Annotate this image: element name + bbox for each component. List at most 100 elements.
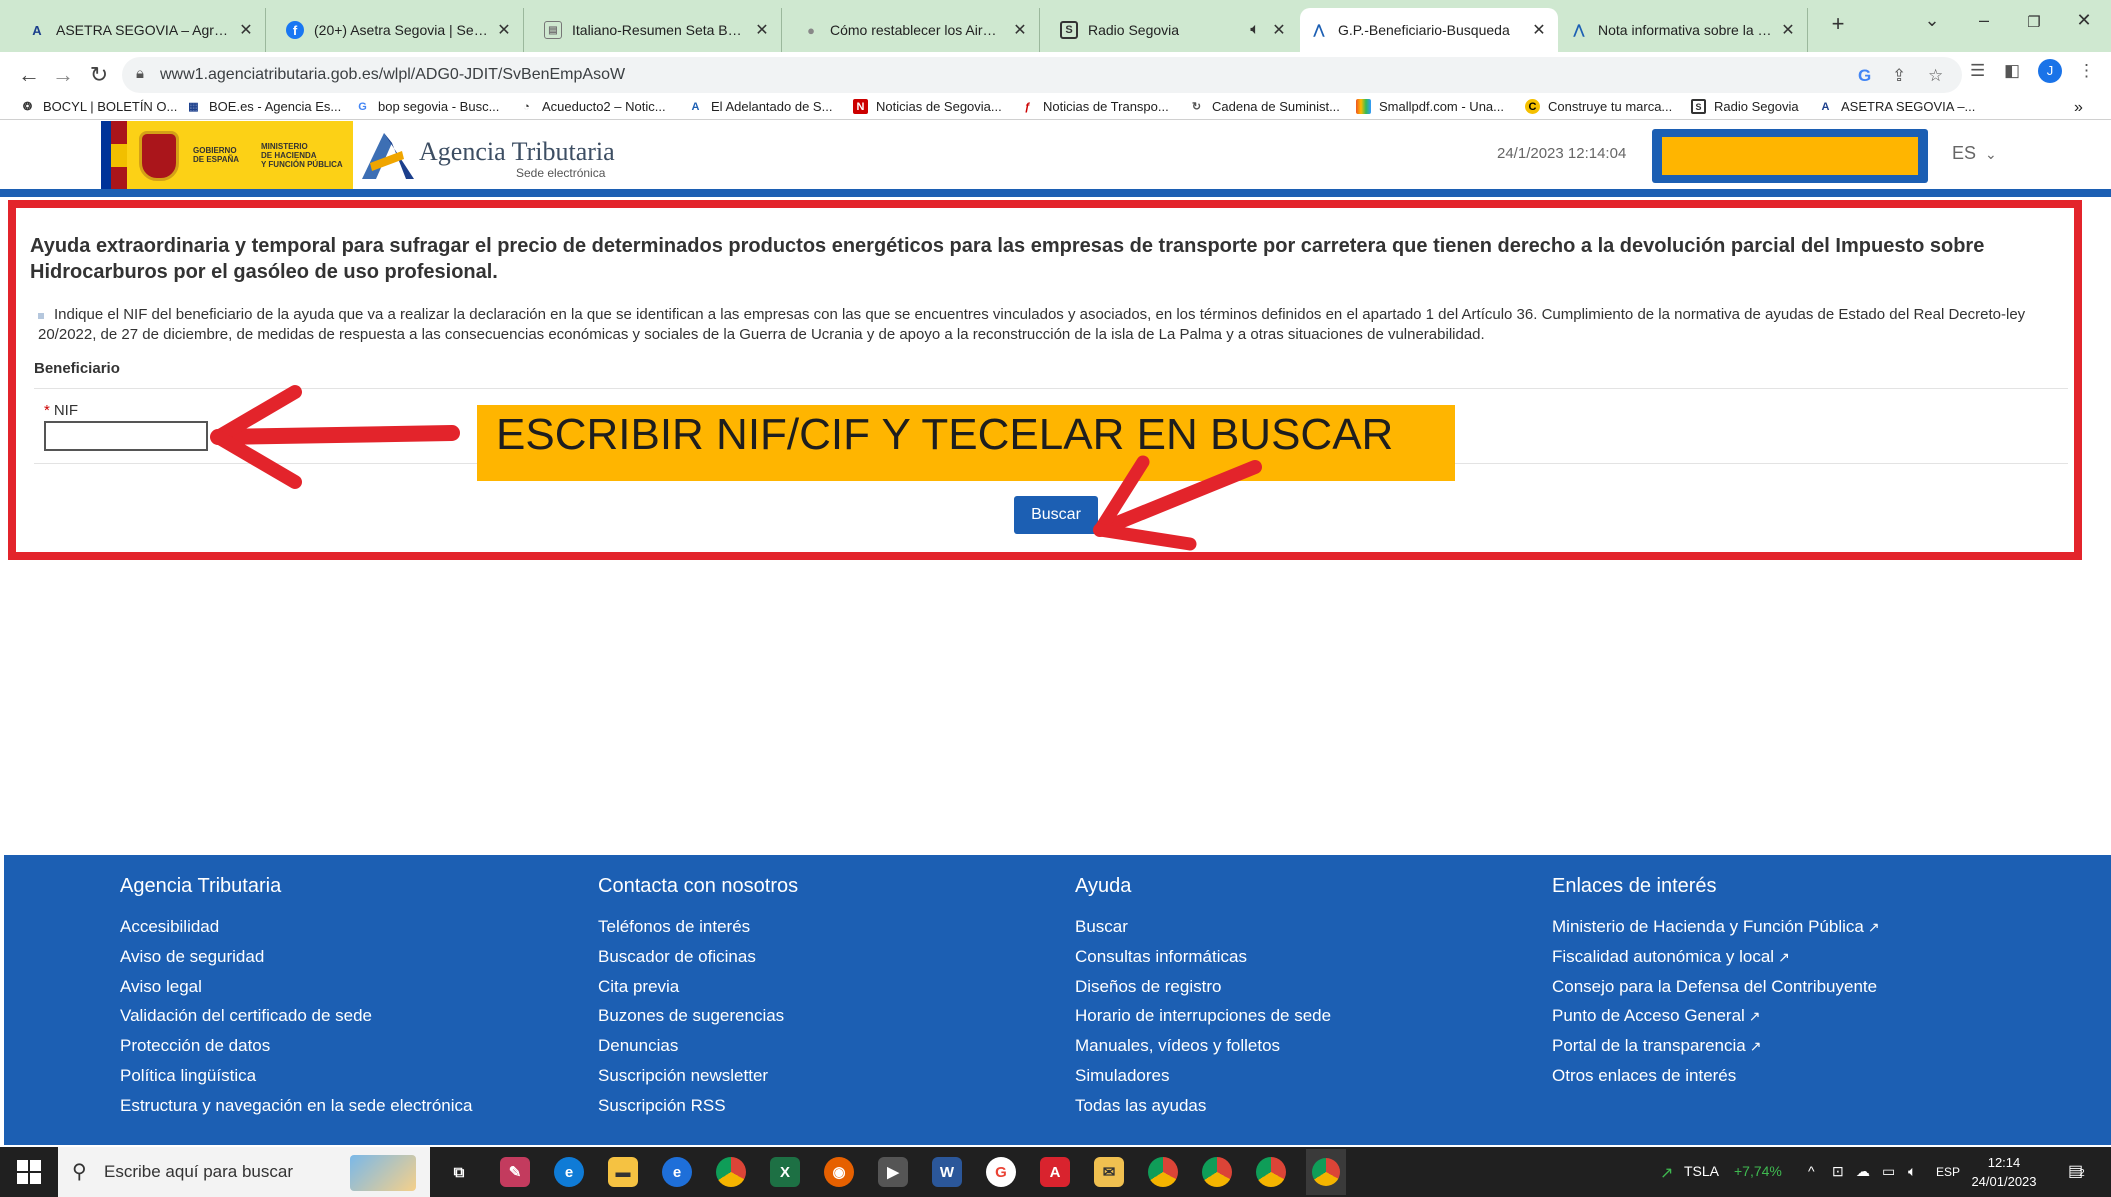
bookmark-item[interactable]: Smallpdf.com - Una...	[1356, 99, 1504, 114]
chrome-profile-icon[interactable]	[1148, 1157, 1178, 1187]
minimize-icon[interactable]: –	[1964, 10, 2004, 31]
footer-link[interactable]: Manuales, vídeos y folletos	[1075, 1031, 1331, 1061]
nif-input[interactable]	[44, 421, 208, 451]
close-icon[interactable]: ✕	[753, 20, 771, 40]
bookmark-item[interactable]: S Radio Segovia	[1691, 99, 1799, 114]
google-translate-icon[interactable]: G	[1858, 66, 1871, 86]
windows-start-icon[interactable]	[16, 1159, 42, 1185]
chrome-profile-icon[interactable]	[1256, 1157, 1286, 1187]
tab-italiano[interactable]: ▤ Italiano-Resumen Seta Baricco ✕	[534, 8, 782, 52]
footer-link[interactable]: Estructura y navegación en la sede elect…	[120, 1091, 472, 1121]
address-bar[interactable]: 🔒︎ www1.agenciatributaria.gob.es/wlpl/AD…	[122, 57, 1962, 93]
notifications-icon[interactable]: ▤2	[2068, 1161, 2085, 1181]
footer-link[interactable]: Diseños de registro	[1075, 972, 1331, 1002]
cloud-icon[interactable]: ☁	[1856, 1163, 1870, 1180]
back-arrow-icon[interactable]: ←	[14, 62, 44, 88]
footer-link[interactable]: Denuncias	[598, 1031, 798, 1061]
system-clock[interactable]: 12:14 24/01/2023	[1964, 1153, 2044, 1191]
tab-asetra[interactable]: A ASETRA SEGOVIA – Agrupación ✕	[18, 8, 266, 52]
excel-icon[interactable]: X	[770, 1157, 800, 1187]
bookmark-item[interactable]: ❂ BOCYL | BOLETÍN O...	[20, 99, 177, 114]
internet-explorer-icon[interactable]: e	[662, 1157, 692, 1187]
tab-beneficiario-active[interactable]: ⋀ G.P.-Beneficiario-Busqueda ✕	[1300, 8, 1558, 52]
buscar-button[interactable]: Buscar	[1014, 496, 1098, 534]
tab-airpods[interactable]: ● Cómo restablecer los AirPods y ✕	[792, 8, 1040, 52]
brand-title[interactable]: Agencia Tributaria	[419, 137, 615, 167]
volume-icon[interactable]: 🔈︎	[1908, 1163, 1916, 1180]
window-close-icon[interactable]: ✕	[2064, 10, 2104, 31]
stock-ticker[interactable]: TSLA	[1684, 1163, 1719, 1179]
more-bookmarks-icon[interactable]: »	[2074, 99, 2083, 117]
network-icon[interactable]: ▭	[1882, 1163, 1895, 1180]
footer-link[interactable]: Consejo para la Defensa del Contribuyent…	[1552, 972, 1880, 1002]
url-text[interactable]: www1.agenciatributaria.gob.es/wlpl/ADG0-…	[160, 66, 625, 84]
bookmark-item[interactable]: ▦ BOE.es - Agencia Es...	[186, 99, 341, 114]
footer-link[interactable]: Aviso legal	[120, 972, 472, 1002]
chevron-down-icon[interactable]: ⌄	[1912, 10, 1952, 31]
tab-nota-informativa[interactable]: ⋀ Nota informativa sobre la nueva ✕	[1560, 8, 1808, 52]
language-selector[interactable]: ES ⌄	[1952, 143, 1997, 164]
bookmark-item[interactable]: A ASETRA SEGOVIA –...	[1818, 99, 1976, 114]
meet-icon[interactable]: ⊡	[1832, 1163, 1844, 1180]
tab-radio-segovia[interactable]: S Radio Segovia 🔈︎ ✕	[1050, 8, 1298, 52]
chrome-profile-icon[interactable]	[1202, 1157, 1232, 1187]
reading-list-icon[interactable]: ☰	[1970, 61, 1985, 81]
footer-link[interactable]: Suscripción RSS	[598, 1091, 798, 1121]
app-pen-icon[interactable]: ✎	[500, 1157, 530, 1187]
footer-link[interactable]: Buzones de sugerencias	[598, 1001, 798, 1031]
footer-link[interactable]: Ministerio de Hacienda y Función Pública…	[1552, 912, 1880, 942]
mail-icon[interactable]: ✉	[1094, 1157, 1124, 1187]
file-explorer-icon[interactable]: ▬	[608, 1157, 638, 1187]
taskbar-search[interactable]: ⚲ Escribe aquí para buscar	[58, 1147, 430, 1197]
footer-link[interactable]: Política lingüística	[120, 1061, 472, 1091]
bookmark-item[interactable]: ƒ Noticias de Transpo...	[1020, 99, 1168, 114]
task-view-icon[interactable]: ⧉	[444, 1157, 474, 1187]
bookmark-item[interactable]: C Construye tu marca...	[1525, 99, 1672, 114]
footer-link[interactable]: Otros enlaces de interés	[1552, 1061, 1880, 1091]
forward-arrow-icon[interactable]: →	[48, 62, 78, 88]
footer-link[interactable]: Validación del certificado de sede	[120, 1001, 472, 1031]
new-tab-button[interactable]: +	[1818, 11, 1858, 37]
google-icon[interactable]: G	[986, 1157, 1016, 1187]
chevron-up-icon[interactable]: ^	[1808, 1163, 1815, 1179]
share-icon[interactable]: ⇪	[1892, 66, 1906, 86]
bookmark-item[interactable]: Gbop segovia - Busc...	[355, 99, 499, 114]
footer-link[interactable]: Punto de Acceso General ↗	[1552, 1001, 1880, 1031]
close-icon[interactable]: ✕	[1779, 20, 1797, 40]
footer-link[interactable]: Aviso de seguridad	[120, 942, 472, 972]
bookmark-item[interactable]: N Noticias de Segovia...	[853, 99, 1002, 114]
footer-link[interactable]: Todas las ayudas	[1075, 1091, 1331, 1121]
footer-link[interactable]: Simuladores	[1075, 1061, 1331, 1091]
user-menu-button[interactable]	[1652, 129, 1928, 183]
restore-icon[interactable]: ❐	[2014, 13, 2054, 31]
media-player-icon[interactable]: ▶	[878, 1157, 908, 1187]
close-icon[interactable]: ✕	[1011, 20, 1029, 40]
speaker-icon[interactable]: 🔈︎	[1246, 21, 1264, 39]
close-icon[interactable]: ✕	[1270, 20, 1288, 40]
close-icon[interactable]: ✕	[495, 20, 513, 40]
word-icon[interactable]: W	[932, 1157, 962, 1187]
footer-link[interactable]: Cita previa	[598, 972, 798, 1002]
gobierno-espana-logo[interactable]: GOBIERNO DE ESPAÑA MINISTERIO DE HACIEND…	[101, 121, 353, 191]
input-language[interactable]: ESP	[1936, 1165, 1960, 1179]
menu-kebab-icon[interactable]: ⋮	[2078, 61, 2095, 81]
close-icon[interactable]: ✕	[1530, 20, 1548, 40]
side-panel-icon[interactable]: ◧	[2004, 61, 2020, 81]
profile-avatar[interactable]: J	[2038, 59, 2062, 83]
footer-link[interactable]: Suscripción newsletter	[598, 1061, 798, 1091]
bookmark-item[interactable]: A El Adelantado de S...	[688, 99, 833, 114]
star-icon[interactable]: ☆	[1928, 66, 1943, 86]
close-icon[interactable]: ✕	[237, 20, 255, 40]
bookmark-item[interactable]: ↻ Cadena de Suminist...	[1189, 99, 1340, 114]
footer-link[interactable]: Portal de la transparencia ↗	[1552, 1031, 1880, 1061]
footer-link[interactable]: Consultas informáticas	[1075, 942, 1331, 972]
footer-link[interactable]: Fiscalidad autonómica y local ↗	[1552, 942, 1880, 972]
bookmark-item[interactable]: ◔ Acueducto2 – Notic...	[519, 99, 665, 114]
footer-link[interactable]: Horario de interrupciones de sede	[1075, 1001, 1331, 1031]
acrobat-icon[interactable]: A	[1040, 1157, 1070, 1187]
edge-icon[interactable]: e	[554, 1157, 584, 1187]
firefox-icon[interactable]: ◉	[824, 1157, 854, 1187]
reload-icon[interactable]: ↻	[84, 62, 114, 88]
footer-link[interactable]: Buscador de oficinas	[598, 942, 798, 972]
footer-link[interactable]: Teléfonos de interés	[598, 912, 798, 942]
